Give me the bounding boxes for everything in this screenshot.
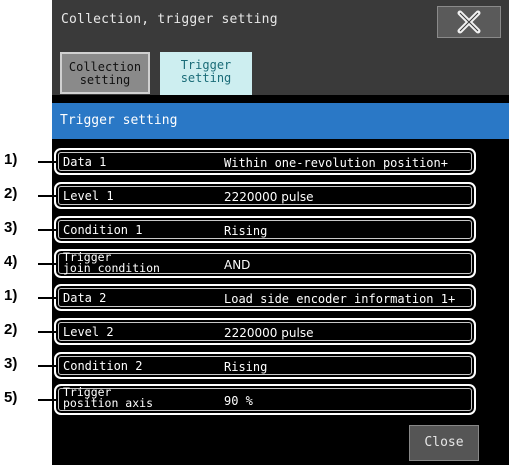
- row-label: Level 2: [63, 325, 114, 339]
- row-value: 2220000 pulse: [224, 326, 314, 340]
- callout-number: 4): [4, 253, 18, 270]
- row-label-line2: join condition: [63, 261, 160, 275]
- callout-line: [38, 399, 56, 401]
- section-header: Trigger setting: [52, 103, 509, 139]
- close-window-button[interactable]: [437, 6, 501, 38]
- row-trigger-position-axis[interactable]: Trigger position axis 90 %: [54, 384, 476, 415]
- callout-number: 1): [4, 287, 18, 304]
- close-x-icon: [457, 10, 481, 34]
- callout-line: [38, 161, 56, 163]
- callout-line: [38, 195, 56, 197]
- row-value: 90 %: [224, 394, 253, 408]
- callout-number: 3): [4, 219, 18, 236]
- callout-5: 5): [0, 389, 56, 409]
- callout-number: 1): [4, 151, 18, 168]
- callout-1b: 1): [0, 287, 56, 307]
- callout-4: 4): [0, 253, 56, 273]
- row-data-1[interactable]: Data 1 Within one-revolution position+: [54, 148, 476, 175]
- row-trigger-join-condition[interactable]: Trigger join condition AND: [54, 249, 476, 278]
- row-label: Condition 1: [63, 223, 143, 237]
- callout-1: 1): [0, 151, 56, 171]
- callout-line: [38, 331, 56, 333]
- callout-2b: 2): [0, 321, 56, 341]
- callout-number: 5): [4, 389, 18, 406]
- row-value: Rising: [224, 224, 268, 238]
- row-level-1[interactable]: Level 1 2220000 pulse: [54, 182, 476, 209]
- window-title: Collection, trigger setting: [61, 12, 278, 27]
- row-value: 2220000 pulse: [224, 190, 314, 204]
- callout-3b: 3): [0, 355, 56, 375]
- row-label: Data 2: [63, 291, 107, 305]
- row-label: Data 1: [63, 155, 107, 169]
- tab-collection-setting[interactable]: Collection setting: [60, 52, 150, 94]
- row-value: Within one-revolution position+: [224, 156, 448, 170]
- row-value: Load side encoder information 1+: [224, 292, 456, 306]
- row-data-2[interactable]: Data 2 Load side encoder information 1+: [54, 284, 476, 311]
- callout-line: [38, 229, 56, 231]
- row-label-line2: position axis: [63, 396, 154, 410]
- tab-trigger-setting[interactable]: Trigger setting: [160, 52, 252, 95]
- row-level-2[interactable]: Level 2 2220000 pulse: [54, 318, 476, 345]
- row-label: Condition 2: [63, 359, 143, 373]
- close-button[interactable]: Close: [409, 425, 479, 461]
- dialog: Collection, trigger setting Collection s…: [52, 0, 509, 465]
- section-title: Trigger setting: [60, 113, 178, 128]
- callout-3: 3): [0, 219, 56, 239]
- callout-line: [38, 297, 56, 299]
- callout-2: 2): [0, 185, 56, 205]
- row-label: Level 1: [63, 189, 114, 203]
- row-condition-1[interactable]: Condition 1 Rising: [54, 216, 476, 243]
- callout-line: [38, 263, 56, 265]
- tab-label-line2: setting: [180, 71, 232, 85]
- row-value: Rising: [224, 360, 268, 374]
- row-condition-2[interactable]: Condition 2 Rising: [54, 352, 476, 379]
- callout-number: 3): [4, 355, 18, 372]
- callout-number: 2): [4, 321, 18, 338]
- callout-line: [38, 365, 56, 367]
- row-label: Trigger position axis: [63, 386, 154, 410]
- tab-label-line2: setting: [79, 73, 131, 87]
- callout-number: 2): [4, 185, 18, 202]
- title-bar: Collection, trigger setting: [52, 0, 509, 42]
- row-label: Trigger join condition: [63, 251, 160, 275]
- row-value: AND: [224, 258, 251, 272]
